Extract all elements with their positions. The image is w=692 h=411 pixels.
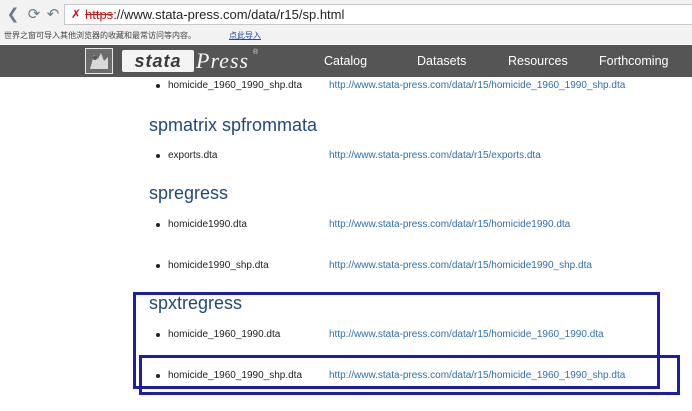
dataset-link[interactable]: http://www.stata-press.com/data/r15/homi… bbox=[329, 218, 570, 232]
logo-press-word: Press bbox=[196, 48, 250, 73]
nav-catalog[interactable]: Catalog bbox=[324, 45, 367, 77]
address-url: https://www.stata-press.com/data/r15/sp.… bbox=[85, 5, 344, 24]
bullet bbox=[156, 264, 160, 268]
nav-resources[interactable]: Resources bbox=[508, 45, 568, 77]
list-item: homicide_1960_1990_shp.dta http://www.st… bbox=[0, 79, 692, 93]
highlight-box-item bbox=[139, 355, 680, 395]
bullet bbox=[156, 223, 160, 227]
url-rest: ://www.stata-press.com/data/r15/sp.html bbox=[113, 7, 345, 22]
url-protocol: https bbox=[85, 7, 114, 22]
bullet bbox=[156, 154, 160, 158]
list-item: homicide1990_shp.dta http://www.stata-pr… bbox=[0, 259, 692, 273]
stata-press-logo-icon[interactable] bbox=[85, 48, 113, 74]
nav-datasets[interactable]: Datasets bbox=[417, 45, 466, 77]
insecure-lock-icon: ✗ bbox=[71, 7, 82, 21]
infobar-message: 世界之窗可导入其他浏览器的收藏和最常访问等内容。 bbox=[4, 31, 196, 40]
site-header: stata Press ® Catalog Datasets Resources… bbox=[0, 45, 692, 77]
bullet bbox=[156, 84, 160, 88]
refresh-icon[interactable]: ⟳ bbox=[25, 6, 43, 24]
undo-icon[interactable]: ↶ bbox=[44, 6, 62, 24]
dataset-link[interactable]: http://www.stata-press.com/data/r15/expo… bbox=[329, 149, 541, 163]
dataset-filename: exports.dta bbox=[168, 150, 218, 161]
back-arrow-icon[interactable]: ❮ bbox=[4, 6, 22, 24]
import-infobar: 世界之窗可导入其他浏览器的收藏和最常访问等内容。 点此导入 bbox=[0, 29, 692, 44]
section-title-spmatrix: spmatrix spfrommata bbox=[149, 115, 318, 135]
infobar-import-link[interactable]: 点此导入 bbox=[229, 30, 261, 42]
list-item: exports.dta http://www.stata-press.com/d… bbox=[0, 149, 692, 163]
dataset-filename: homicide_1960_1990_shp.dta bbox=[168, 80, 302, 91]
dataset-link[interactable]: http://www.stata-press.com/data/r15/homi… bbox=[329, 259, 592, 273]
section-title-spregress: spregress bbox=[149, 183, 229, 203]
address-bar[interactable]: ✗ https://www.stata-press.com/data/r15/s… bbox=[64, 4, 692, 25]
dataset-filename: homicide1990.dta bbox=[168, 219, 247, 230]
list-item: homicide1990.dta http://www.stata-press.… bbox=[0, 218, 692, 232]
nav-forthcoming[interactable]: Forthcoming bbox=[599, 45, 668, 77]
dataset-link[interactable]: http://www.stata-press.com/data/r15/homi… bbox=[329, 79, 625, 93]
dataset-filename: homicide1990_shp.dta bbox=[168, 260, 269, 271]
logo-registered-mark: ® bbox=[253, 49, 259, 56]
browser-toolbar: ❮ ⟳ ↶ ✗ https://www.stata-press.com/data… bbox=[0, 0, 692, 30]
logo-stata-word: stata bbox=[122, 50, 194, 72]
